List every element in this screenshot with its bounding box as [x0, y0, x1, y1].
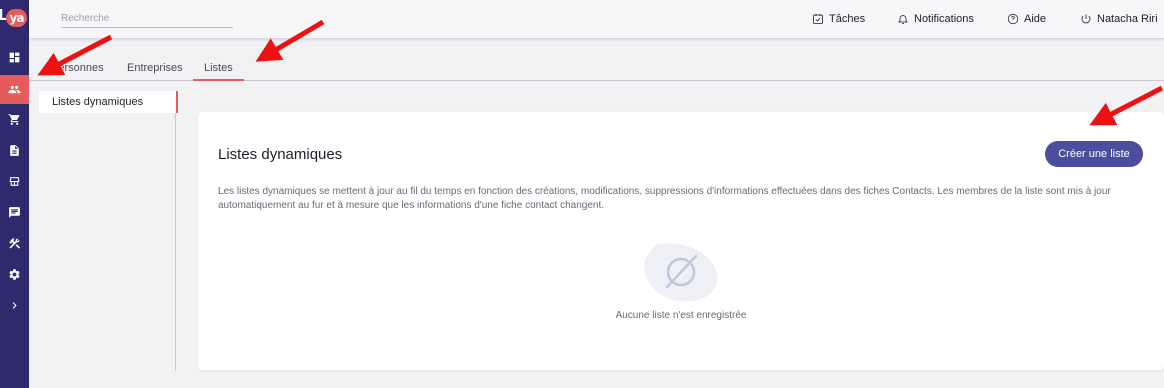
sidebar: Lya: [0, 0, 29, 388]
contacts-icon: [8, 85, 21, 94]
bell-icon: [898, 15, 908, 24]
settings-icon: [9, 268, 20, 280]
help-icon: [1007, 13, 1019, 25]
help-button[interactable]: Aide: [1007, 11, 1046, 27]
tab-personnes[interactable]: Personnes: [51, 62, 104, 74]
sidebar-item-cart[interactable]: [0, 106, 29, 132]
tab-bar: Personnes Entreprises Listes: [29, 52, 1164, 81]
search-input[interactable]: [61, 10, 233, 28]
card-description: Les listes dynamiques se mettent à jour …: [218, 186, 1111, 211]
empty-state-icon: [644, 243, 718, 302]
tab-entreprises[interactable]: Entreprises: [127, 62, 183, 74]
sidebar-item-documents[interactable]: [0, 137, 29, 163]
list-type-panel: Listes dynamiques: [39, 91, 178, 371]
create-list-button[interactable]: Créer une liste: [1045, 141, 1143, 167]
sidebar-item-tools[interactable]: [0, 230, 29, 256]
task-checkbox-icon: [813, 14, 823, 24]
top-bar: Tâches Notifications Aide Natacha Riri: [29, 0, 1164, 39]
help-label: Aide: [1024, 13, 1047, 25]
store-icon: [9, 176, 20, 186]
notifications-label: Notifications: [914, 13, 974, 25]
list-type-item-dynamic[interactable]: Listes dynamiques: [39, 91, 178, 113]
tasks-button[interactable]: Tâches: [812, 11, 865, 27]
sidebar-item-contacts[interactable]: [0, 75, 29, 104]
user-menu[interactable]: Natacha Riri: [1080, 11, 1158, 27]
user-name: Natacha Riri: [1097, 13, 1158, 25]
active-tab-indicator: [193, 79, 244, 81]
sidebar-expand[interactable]: [0, 292, 29, 318]
notifications-button[interactable]: Notifications: [897, 11, 974, 27]
tab-listes[interactable]: Listes: [204, 62, 233, 74]
sidebar-item-messages[interactable]: [0, 199, 29, 225]
sidebar-item-settings[interactable]: [0, 261, 29, 287]
app-logo[interactable]: Lya: [0, 6, 29, 30]
empty-state-text: Aucune liste n'est enregistrée: [615, 310, 747, 321]
power-icon: [1081, 14, 1091, 24]
card-title: Listes dynamiques: [218, 146, 343, 163]
tools-icon: [9, 237, 21, 249]
document-icon: [10, 144, 19, 156]
dashboard-icon: [9, 52, 20, 62]
tasks-label: Tâches: [829, 13, 866, 25]
cart-icon: [8, 113, 20, 125]
chevron-right-icon: [12, 301, 17, 309]
sidebar-item-store[interactable]: [0, 168, 29, 194]
message-icon: [9, 206, 20, 218]
dynamic-lists-card: Listes dynamiques Créer une liste Les li…: [198, 112, 1164, 370]
sidebar-item-dashboard[interactable]: [0, 44, 29, 70]
